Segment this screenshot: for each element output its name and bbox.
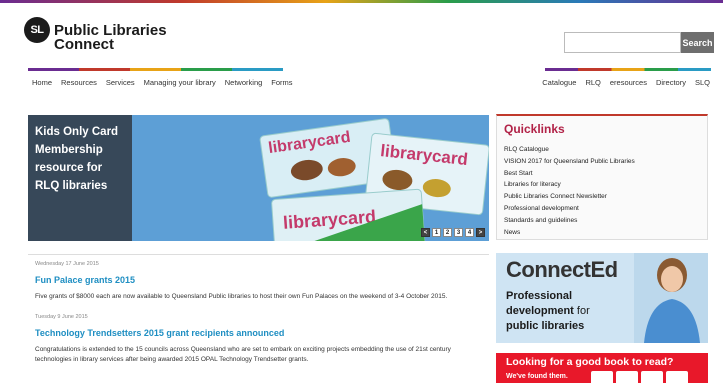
nav-item-rlq[interactable]: RLQ <box>585 78 600 87</box>
utility-nav: Catalogue RLQ eresources Directory SLQ <box>542 78 710 87</box>
book-promo-title: Looking for a good book to read? <box>506 356 674 368</box>
nav-item-catalogue[interactable]: Catalogue <box>542 78 576 87</box>
logo-line2: Connect <box>54 36 114 53</box>
news-divider <box>28 254 489 255</box>
connected-promo-banner[interactable]: ConnectEd Professional development for p… <box>496 253 708 343</box>
book-covers <box>591 371 688 383</box>
promo-line3: public libraries <box>506 320 585 332</box>
nav-item-directory[interactable]: Directory <box>656 78 686 87</box>
slider-caption[interactable]: Kids Only Card Membership resource for R… <box>28 115 132 241</box>
quicklink-vision-2017[interactable]: VISION 2017 for Queensland Public Librar… <box>504 156 635 168</box>
news-summary: Five grants of $8000 each are now availa… <box>35 293 448 300</box>
search-button[interactable]: Search <box>681 32 714 53</box>
slider-page-4[interactable]: 4 <box>465 228 474 237</box>
quicklink-rlq-catalogue[interactable]: RLQ Catalogue <box>504 144 635 156</box>
book-cover <box>666 371 688 383</box>
quicklinks-title: Quicklinks <box>504 122 565 136</box>
nav-item-forms[interactable]: Forms <box>271 78 292 87</box>
slider-prev-button[interactable]: < <box>421 228 430 237</box>
quicklink-newsletter[interactable]: Public Libraries Connect Newsletter <box>504 191 635 203</box>
news-title-link[interactable]: Fun Palace grants 2015 <box>35 275 135 285</box>
news-date: Tuesday 9 June 2015 <box>35 314 88 320</box>
promo-person-image <box>634 253 708 343</box>
site-logo[interactable]: SL Public Libraries Connect <box>24 17 167 52</box>
quicklink-libraries-literacy[interactable]: Libraries for literacy <box>504 179 635 191</box>
nav-item-services[interactable]: Services <box>106 78 135 87</box>
quicklink-professional-development[interactable]: Professional development <box>504 203 635 215</box>
slider-page-1[interactable]: 1 <box>432 228 441 237</box>
quicklink-standards-guidelines[interactable]: Standards and guidelines <box>504 215 635 227</box>
nav-item-resources[interactable]: Resources <box>61 78 97 87</box>
nav-item-home[interactable]: Home <box>32 78 52 87</box>
book-cover <box>616 371 638 383</box>
slider-page-3[interactable]: 3 <box>454 228 463 237</box>
search-input[interactable] <box>564 32 681 53</box>
nav-item-eresources[interactable]: eresources <box>610 78 647 87</box>
promo-line2a: development <box>506 305 574 317</box>
book-promo-banner[interactable]: Looking for a good book to read? We've f… <box>496 353 708 383</box>
book-promo-subtitle: We've found them. <box>506 373 568 380</box>
quicklinks-list: RLQ Catalogue VISION 2017 for Queensland… <box>504 144 635 238</box>
promo-line2b: for <box>573 305 590 317</box>
quicklinks-panel: Quicklinks RLQ Catalogue VISION 2017 for… <box>496 114 708 240</box>
quicklink-best-start[interactable]: Best Start <box>504 168 635 180</box>
slider-page-2[interactable]: 2 <box>443 228 452 237</box>
logo-text: Public Libraries Connect <box>54 23 167 53</box>
nav-item-managing-library[interactable]: Managing your library <box>144 78 216 87</box>
news-date: Wednesday 17 June 2015 <box>35 261 99 267</box>
nav-item-networking[interactable]: Networking <box>225 78 263 87</box>
slider-pager: < 1 2 3 4 > <box>421 228 485 237</box>
promo-line1: Professional <box>506 290 573 302</box>
promo-title: ConnectEd <box>506 257 618 282</box>
book-cover <box>591 371 613 383</box>
logo-mark: SL <box>24 17 50 43</box>
book-cover <box>641 371 663 383</box>
nav-stripe-right <box>545 68 711 71</box>
slider-next-button[interactable]: > <box>476 228 485 237</box>
nav-stripe-left <box>28 68 283 71</box>
news-summary: Congratulations is extended to the 15 co… <box>35 346 451 363</box>
news-title-link[interactable]: Technology Trendsetters 2015 grant recip… <box>35 328 284 338</box>
top-color-stripe <box>0 0 723 3</box>
promo-text: Professional development for public libr… <box>506 289 626 334</box>
main-nav: Home Resources Services Managing your li… <box>32 78 293 87</box>
quicklink-news[interactable]: News <box>504 227 635 239</box>
hero-slider[interactable]: librarycard librarycard librarycard Kids… <box>28 115 489 241</box>
nav-item-slq[interactable]: SLQ <box>695 78 710 87</box>
